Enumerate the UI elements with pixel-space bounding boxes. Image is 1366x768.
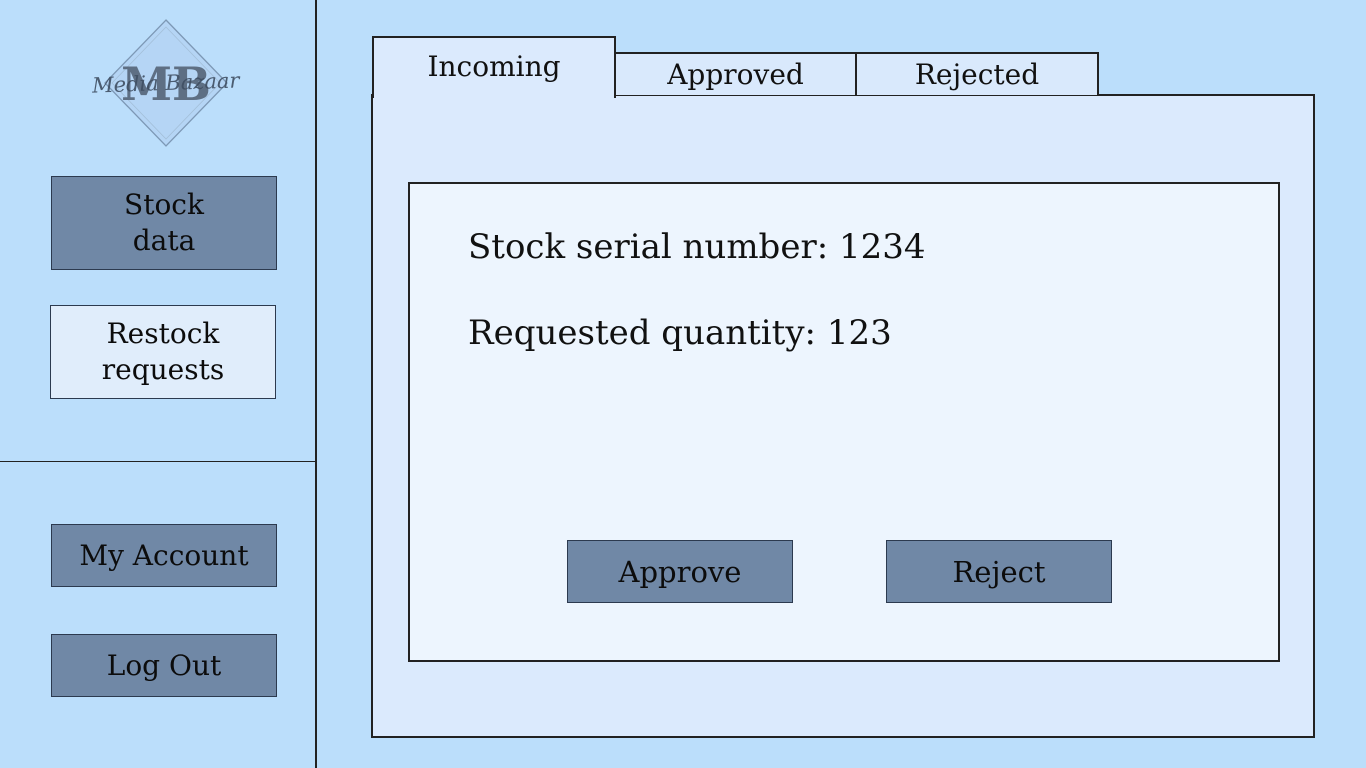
restock-requests-button[interactable]: Restock requests [50,305,276,399]
restock-requests-label-line2: requests [101,353,225,386]
approve-label: Approve [618,554,742,589]
tab-rejected-label: Rejected [914,58,1040,91]
tab-incoming-label: Incoming [427,49,561,83]
stock-data-label-line1: Stock [124,188,204,221]
stock-data-button[interactable]: Stock data [51,176,277,270]
sidebar-divider [0,461,316,462]
approve-button[interactable]: Approve [567,540,793,603]
requested-quantity-value: 123 [826,313,892,353]
stock-serial-value: 1234 [838,227,926,267]
stock-data-label-line2: data [132,224,196,257]
tab-approved[interactable]: Approved [614,52,857,95]
log-out-label: Log Out [106,648,222,682]
requested-quantity: Requested quantity: 123 [468,313,892,353]
reject-label: Reject [952,554,1046,589]
tab-approved-label: Approved [667,58,804,91]
reject-button[interactable]: Reject [886,540,1112,603]
restock-requests-label-line1: Restock [106,317,220,350]
my-account-label: My Account [79,538,249,572]
stock-serial-number: Stock serial number: 1234 [468,227,926,267]
svg-text:Media Bazaar: Media Bazaar [91,68,242,97]
sidebar: MB Media Bazaar Stock data Restock reque… [0,0,317,768]
stock-serial-label: Stock serial number: [468,227,839,267]
my-account-button[interactable]: My Account [51,524,277,587]
log-out-button[interactable]: Log Out [51,634,277,697]
tab-incoming[interactable]: Incoming [372,36,616,98]
requested-quantity-label: Requested quantity: [468,313,827,353]
media-bazaar-logo: MB Media Bazaar [91,19,242,147]
tab-rejected[interactable]: Rejected [855,52,1099,95]
